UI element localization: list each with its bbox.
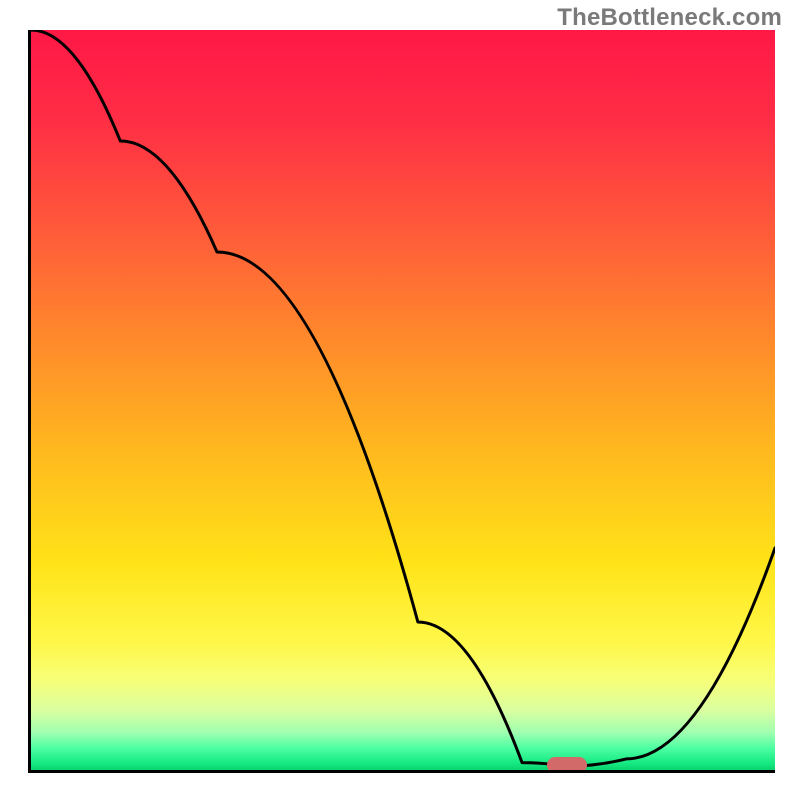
optimal-marker [547,757,587,773]
watermark-text: TheBottleneck.com [557,4,782,32]
plot-area [28,30,775,773]
bottleneck-curve [31,30,775,770]
chart-stage: TheBottleneck.com [0,0,800,800]
